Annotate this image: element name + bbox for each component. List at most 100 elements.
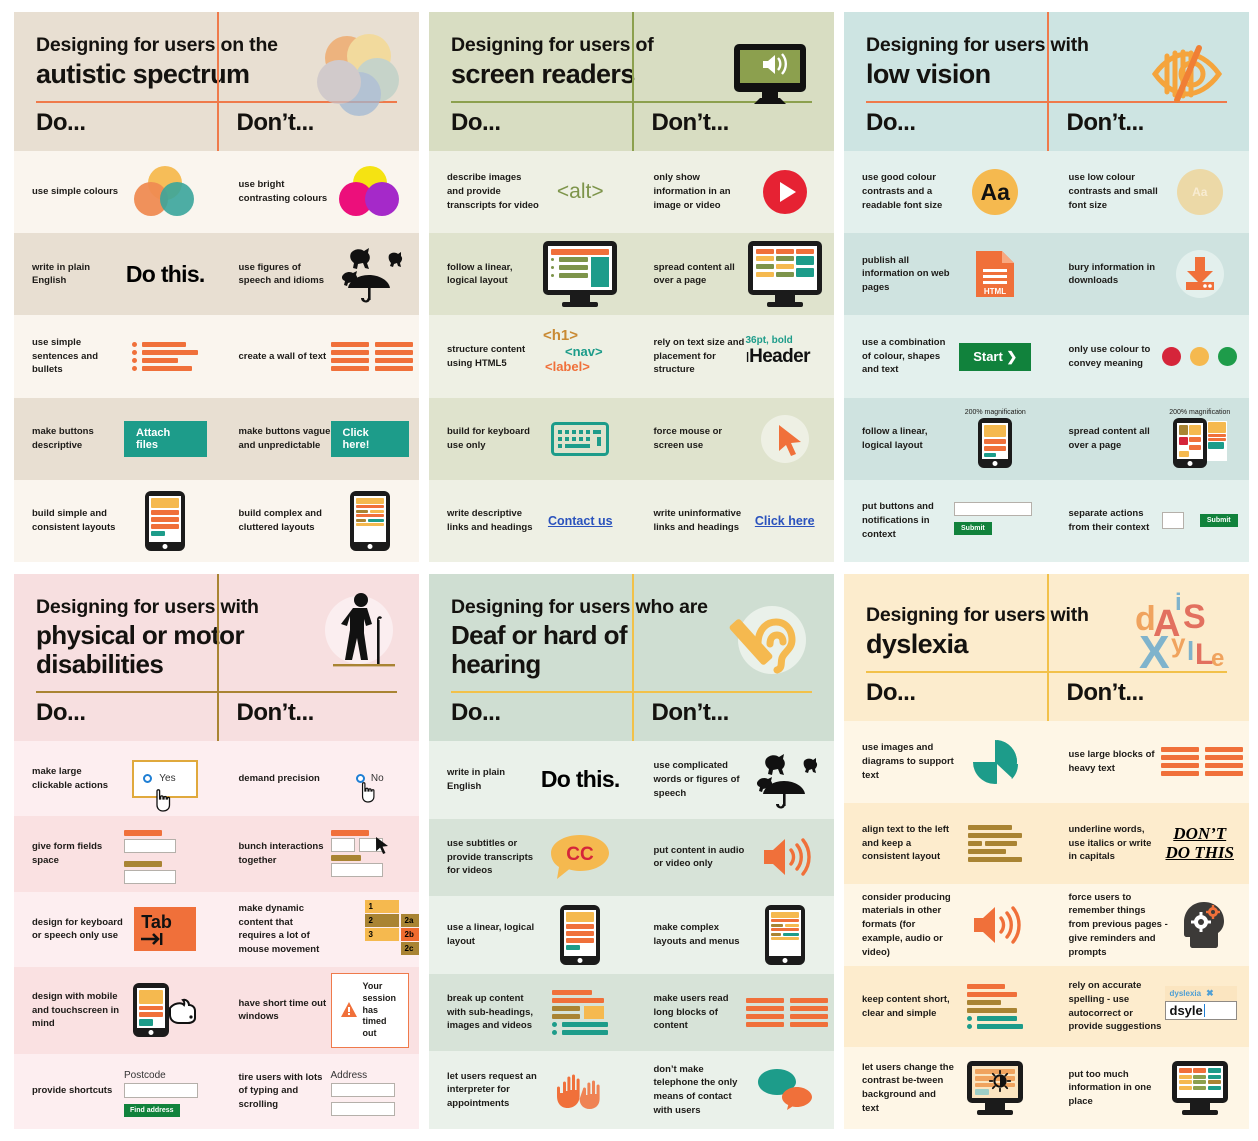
do-cell: put buttons and notifications in context… (844, 480, 1047, 562)
soft-venn-icon (124, 157, 207, 227)
do-this-text: Do this. (124, 239, 207, 309)
table-row: design for keyboard or speech only use T… (14, 891, 419, 968)
text-input[interactable] (330, 838, 355, 853)
text-input[interactable] (1161, 512, 1184, 530)
monitor-speaker-icon (722, 26, 818, 122)
bright-venn-icon (331, 157, 410, 227)
text-input[interactable]: dsyle (1170, 1003, 1203, 1018)
do-cell: let users change the contrast be-tween b… (844, 1047, 1047, 1129)
table-row: follow a linear, logical layout 200% mag… (844, 397, 1249, 480)
submit-button[interactable]: Submit (954, 521, 992, 535)
poster-screen-readers: Designing for users of screen readers Do… (429, 12, 834, 562)
row-label: use complicated words or figures of spee… (653, 760, 740, 799)
svg-text:y: y (1171, 628, 1186, 658)
small-radio-target[interactable]: No (331, 747, 410, 810)
postcode-lookup-group: Postcode Find address (124, 1060, 207, 1123)
row-label: spread content all over a page (653, 261, 735, 287)
do-heading: Do... (451, 109, 501, 137)
radio-label: Yes (159, 773, 176, 785)
dont-cell: rely on text size and placement for stru… (632, 315, 835, 397)
table-row: align text to the left and keep a consis… (844, 802, 1249, 885)
text-input[interactable] (954, 501, 1032, 516)
do-cell: use a linear, logical layout (429, 896, 632, 974)
table-row: build for keyboard use only force mouse … (429, 397, 834, 480)
guideline-rows: use simple colours use bright contrastin… (14, 12, 420, 562)
submit-button[interactable]: Submit (1199, 514, 1238, 528)
svg-text:X: X (1139, 626, 1170, 678)
dont-cell: have short time out windows Your session… (217, 967, 420, 1053)
dont-cell: create a wall of text (217, 315, 420, 397)
row-label: make large clickable actions (32, 765, 109, 791)
html-document-icon: HTML (954, 239, 1037, 309)
guideline-rows: describe images and provide transcripts … (429, 12, 835, 562)
row-label: use a combination of colour, shapes and … (862, 336, 946, 376)
do-cell: keep content short, clear and simple (844, 966, 1047, 1048)
close-icon[interactable]: ✖ (1206, 988, 1214, 999)
click-here-link[interactable]: Click here (755, 514, 815, 528)
row-label: build for keyboard use only (447, 425, 530, 451)
address-fields-group: Address (330, 1060, 410, 1123)
submenu-item[interactable]: 2b (400, 927, 419, 941)
row-label: rely on accurate spelling - use autocorr… (1068, 980, 1162, 1033)
row-label: use simple sentences and bullets (32, 336, 98, 376)
address-input[interactable] (330, 1101, 395, 1116)
radio-button[interactable] (143, 774, 153, 784)
do-cell: break up content with sub-headings, imag… (429, 974, 632, 1052)
click-here-button[interactable]: Click here! (330, 420, 409, 457)
spellcheck-field: dyslexia ✖ dsyle (1164, 972, 1240, 1042)
table-row: follow a linear, logical layout spread c… (429, 233, 834, 316)
tablet-simple-icon (539, 902, 622, 968)
aa-high-contrast-icon: Aa (954, 157, 1037, 227)
menu-item[interactable]: 2 (364, 913, 399, 927)
row-label: write uninformative links and headings (653, 508, 742, 533)
guideline-rows: use images and diagrams to support text … (844, 574, 1249, 1129)
find-address-button[interactable]: Find address (124, 1103, 180, 1117)
sample-text: Do this. (540, 766, 620, 793)
row-label: design for keyboard or speech only use (32, 916, 123, 942)
tab-label: Tab (141, 912, 172, 933)
pointing-hand-icon (169, 999, 197, 1025)
submenu-item[interactable]: 2c (400, 941, 419, 955)
row-label: consider producing materials in other fo… (862, 891, 951, 958)
pie-chart-icon (954, 727, 1037, 797)
suggestion-text[interactable]: dyslexia (1170, 989, 1202, 998)
do-cell: make buttons descriptive Attach files (14, 398, 217, 480)
do-cell: let users request an interpreter for app… (429, 1051, 632, 1129)
large-radio-target[interactable]: Yes (124, 747, 207, 812)
attach-files-button[interactable]: Attach files (124, 420, 207, 457)
contact-us-link[interactable]: Contact us (548, 514, 613, 528)
do-cell: consider producing materials in other fo… (844, 884, 1047, 966)
row-label: demand precision (238, 772, 320, 784)
submenu-item[interactable]: 2a (400, 913, 419, 927)
tablet-touch-icon (124, 973, 207, 1047)
text-input[interactable] (124, 839, 176, 854)
tablet-spread-magnified-icon: 200% magnification (1161, 404, 1240, 474)
row-label: write descriptive links and headings (447, 508, 533, 533)
text-input[interactable] (124, 870, 176, 885)
table-row: structure content using HTML5 <h1> <nav>… (429, 315, 835, 398)
postcode-input[interactable] (124, 1082, 198, 1098)
row-label: have short time out windows (238, 997, 327, 1023)
table-row: use simple sentences and bullets create … (14, 315, 420, 398)
start-button[interactable]: Start ❯ (959, 342, 1032, 371)
table-row: let users request an interpreter for app… (429, 1051, 834, 1129)
dont-cell: use bright contrasting colours (217, 151, 420, 233)
guideline-rows: make large clickable actions Yes demand … (14, 574, 420, 1129)
mixed-content-icon (539, 980, 622, 1046)
menu-item[interactable]: 1 (364, 899, 399, 913)
row-label: write in plain English (32, 261, 91, 287)
table-row: use good colour contrasts and a readable… (844, 151, 1249, 234)
poster-dyslexia: Designing for users with dyslexia d A i … (844, 574, 1249, 1129)
address-input[interactable] (330, 1082, 395, 1097)
row-label: tire users with lots of typing and scrol… (238, 1071, 323, 1111)
text-input[interactable] (330, 863, 383, 878)
dont-cell: make buttons vague and unpredictable Cli… (217, 398, 420, 480)
dont-cell: make users read long blocks of content (632, 974, 835, 1052)
row-label: create a wall of text (238, 350, 327, 362)
poster-physical-motor: Designing for users with physical or mot… (14, 574, 419, 1129)
row-label: bury information in downloads (1068, 261, 1156, 287)
row-label: give form fields space (32, 841, 103, 867)
tablet-cluttered-icon (746, 902, 825, 968)
mixed-content-icon (954, 972, 1037, 1042)
menu-item[interactable]: 3 (364, 927, 399, 941)
